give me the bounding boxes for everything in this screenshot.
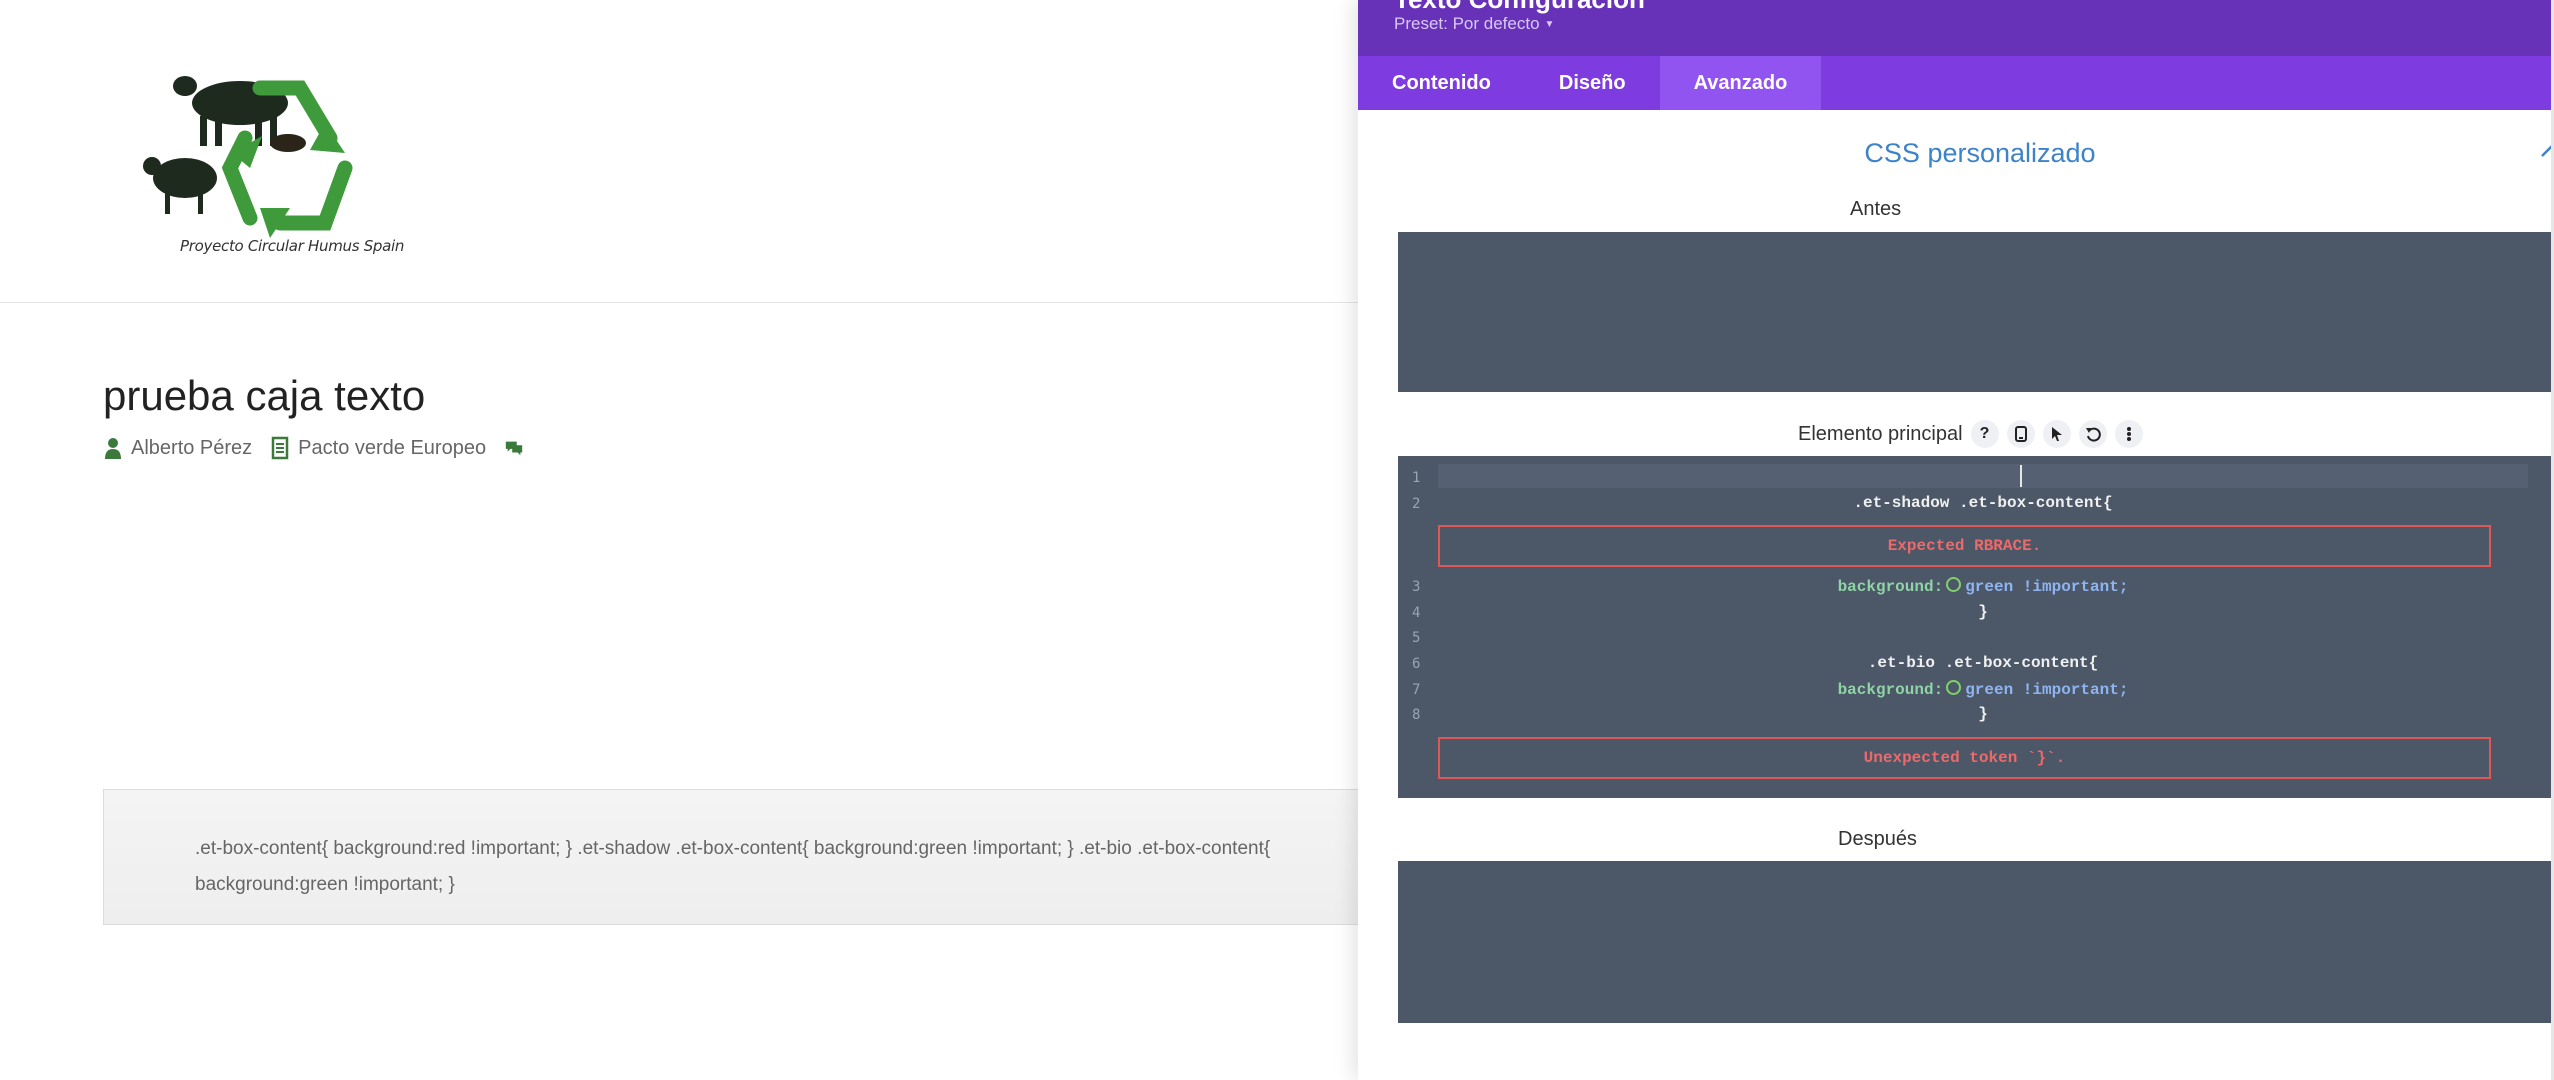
css-value: green !important;: [1965, 578, 2129, 596]
section-title-css[interactable]: CSS personalizado: [1358, 138, 2554, 169]
user-icon: [103, 436, 123, 460]
code-line-7: background: green !important;: [1438, 680, 2528, 699]
panel-tabs: Contenido Diseño Avanzado: [1358, 56, 2554, 110]
text-module-box[interactable]: .et-box-content{ background:red !importa…: [103, 789, 1360, 925]
error-message: Expected RBRACE.: [1438, 525, 2491, 567]
active-line-highlight: [1438, 464, 2528, 488]
main-css-editor[interactable]: 1 2 3 4 5 6 7 8 .et-shadow .et-box-conte…: [1398, 456, 2554, 798]
before-css-editor[interactable]: [1398, 232, 2554, 392]
code-line-2: .et-shadow .et-box-content{: [1853, 494, 2113, 512]
css-property: background:: [1837, 681, 1944, 699]
preset-label: Preset: Por defecto: [1394, 14, 1540, 33]
line-number: 7: [1412, 682, 1421, 698]
line-number: 2: [1412, 496, 1421, 512]
site-header: Proyecto Circular Humus Spain: [0, 0, 1360, 303]
line-number: 4: [1412, 605, 1421, 621]
compost-icon: [270, 134, 306, 152]
css-property: background:: [1837, 578, 1944, 596]
code-line-8: }: [1978, 705, 1988, 723]
color-swatch-icon[interactable]: [1946, 680, 1962, 695]
tab-contenido[interactable]: Contenido: [1358, 56, 1525, 110]
text-module-content: .et-box-content{ background:red !importa…: [195, 838, 1271, 895]
more-options-icon[interactable]: [2114, 420, 2143, 448]
pointer-icon[interactable]: [2042, 420, 2071, 448]
code-line-3: background: green !important;: [1438, 577, 2528, 596]
category-icon: [270, 436, 290, 460]
error-message: Unexpected token `}`.: [1438, 737, 2491, 779]
before-label: Antes: [1850, 198, 1902, 220]
tab-avanzado[interactable]: Avanzado: [1659, 56, 1822, 110]
line-number: 1: [1412, 470, 1421, 486]
mobile-icon[interactable]: [2006, 420, 2035, 448]
post-author-link[interactable]: Alberto Pérez: [131, 437, 252, 460]
logo-image[interactable]: [140, 58, 400, 263]
line-number: 5: [1412, 630, 1421, 646]
css-value: green !important;: [1965, 681, 2129, 699]
line-number: 8: [1412, 707, 1421, 723]
code-line-6: .et-bio .et-box-content{: [1867, 654, 2099, 672]
settings-panel: Texto Configuración Preset: Por defecto …: [1358, 0, 2554, 1080]
post-title: prueba caja texto: [103, 372, 426, 419]
main-element-label-row: Elemento principal ?: [1798, 420, 2143, 448]
tab-diseno[interactable]: Diseño: [1525, 56, 1660, 110]
comments-icon[interactable]: [504, 436, 524, 460]
reset-icon[interactable]: [2078, 420, 2107, 448]
after-css-editor[interactable]: [1398, 861, 2554, 1023]
line-number: 6: [1412, 656, 1421, 672]
code-line-4: }: [1978, 603, 1988, 621]
preset-dropdown[interactable]: Preset: Por defecto ▼: [1394, 14, 1554, 34]
post-category-link[interactable]: Pacto verde Europeo: [298, 437, 486, 460]
help-icon[interactable]: ?: [1970, 420, 1999, 448]
logo-caption: Proyecto Circular Humus Spain: [180, 237, 405, 255]
panel-header: Texto Configuración Preset: Por defecto …: [1358, 0, 2554, 56]
post-meta: Alberto Pérez Pacto verde Europeo: [103, 436, 532, 460]
sheep-icon: [143, 157, 217, 214]
text-cursor: [2020, 465, 2022, 487]
panel-title: Texto Configuración: [1394, 0, 1645, 15]
caret-down-icon: ▼: [1544, 18, 1555, 30]
line-number: 3: [1412, 579, 1421, 595]
main-element-label: Elemento principal: [1798, 422, 1963, 445]
after-label: Después: [1838, 828, 1917, 850]
color-swatch-icon[interactable]: [1946, 577, 1962, 592]
